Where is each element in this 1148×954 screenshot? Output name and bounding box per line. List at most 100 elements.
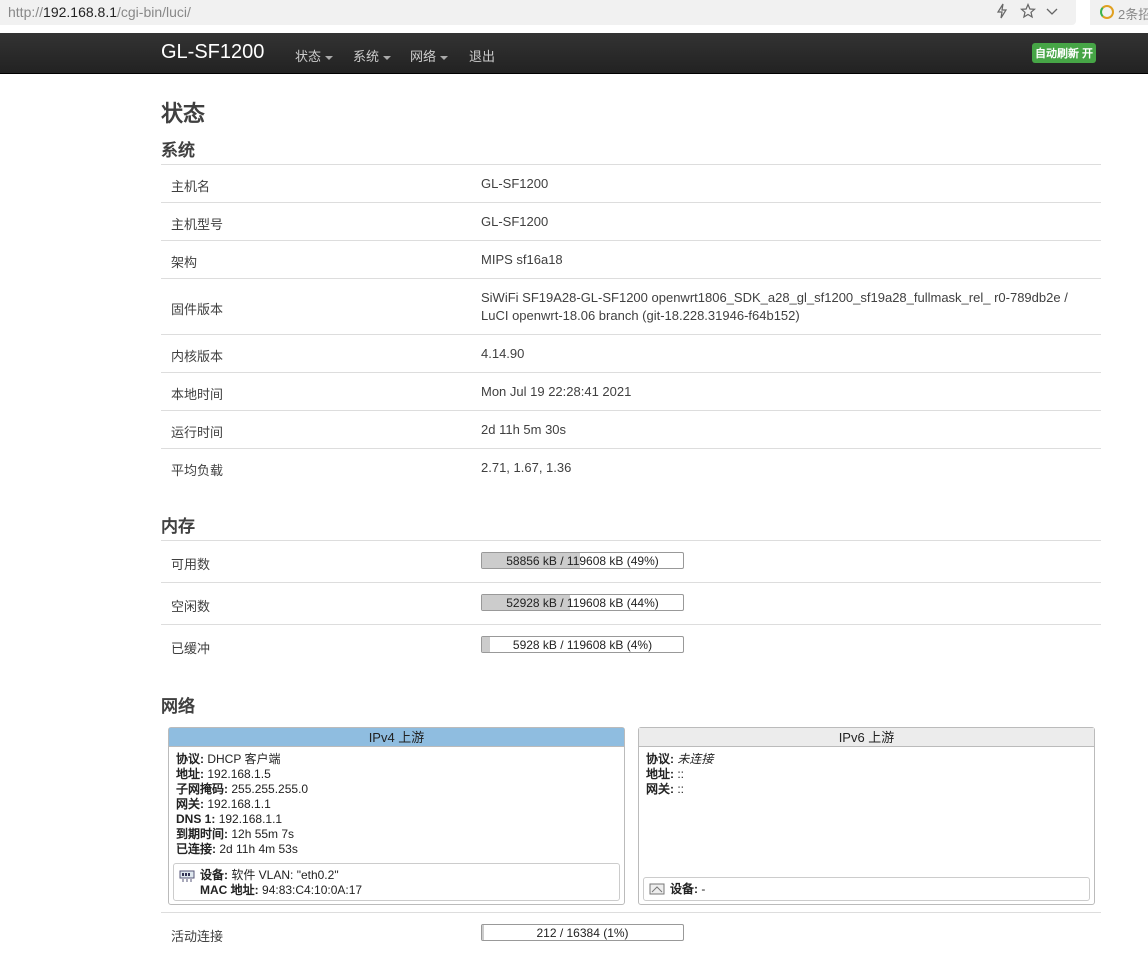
- info-key: 地址:: [646, 767, 674, 781]
- row-value: GL-SF1200: [481, 176, 549, 191]
- info-value: -: [701, 882, 706, 896]
- device-info: 设备: 软件 VLAN: "eth0.2" MAC 地址: 94:83:C4:1…: [173, 863, 620, 901]
- panel-header: IPv6 上游: [639, 728, 1094, 747]
- panel-body: 协议: DHCP 客户端 地址: 192.168.1.5 子网掩码: 255.2…: [169, 747, 624, 862]
- info-value: 2d 11h 4m 53s: [219, 842, 298, 856]
- chevron-down-icon[interactable]: [1046, 3, 1058, 22]
- info-line: 地址: 192.168.1.5: [176, 767, 617, 782]
- brand-title[interactable]: GL-SF1200: [161, 41, 264, 64]
- info-line: 协议: DHCP 客户端: [176, 752, 617, 767]
- row-label: 活动连接: [171, 929, 224, 944]
- nav-menu-label: 系统: [353, 49, 380, 64]
- row-label: 可用数: [171, 557, 211, 572]
- info-value: ::: [677, 782, 685, 796]
- info-key: 地址:: [176, 767, 204, 781]
- page-title: 状态: [161, 101, 206, 126]
- info-value: 192.168.1.1: [218, 812, 283, 826]
- info-value: 192.168.1.1: [207, 797, 271, 811]
- info-value: 192.168.1.5: [207, 767, 271, 781]
- extension-label: 2条招: [1118, 7, 1148, 22]
- progress-text: 52928 kB / 119608 kB (44%): [506, 596, 659, 610]
- info-line: 网关: 192.168.1.1: [176, 797, 617, 812]
- info-line: DNS 1: 192.168.1.1: [176, 812, 617, 827]
- nav-menu-label: 状态: [295, 49, 322, 64]
- memory-free-bar: 52928 kB / 119608 kB (44%): [481, 594, 684, 611]
- info-value: 软件 VLAN: "eth0.2": [231, 868, 339, 882]
- auto-refresh-toggle[interactable]: 自动刷新 开: [1032, 43, 1097, 63]
- info-key: 设备:: [200, 868, 228, 882]
- info-key: 已连接:: [176, 842, 216, 856]
- top-navbar: GL-SF1200 状态 系统 网络 退出 自动刷新 开: [0, 33, 1148, 74]
- row-label: 主机名: [171, 179, 211, 194]
- caret-down-icon: [383, 55, 392, 60]
- table-row: 可用数 58856 kB / 119608 kB (49%): [161, 540, 1101, 582]
- info-line: 地址: ::: [646, 767, 1087, 782]
- info-value: ::: [677, 767, 685, 781]
- device-line: 设备: -: [670, 882, 1083, 897]
- device-line: 设备: 软件 VLAN: "eth0.2": [200, 868, 613, 883]
- table-row: 已缓冲 5928 kB / 119608 kB (4%): [161, 624, 1101, 666]
- table-row: 固件版本 SiWiFi SF19A28-GL-SF1200 openwrt180…: [161, 278, 1101, 334]
- nav-menu-logout[interactable]: 退出: [469, 46, 495, 65]
- row-value: 2.71, 1.67, 1.36: [481, 460, 572, 475]
- table-row: 本地时间 Mon Jul 19 22:28:41 2021: [161, 372, 1101, 410]
- nav-menu-system[interactable]: 系统: [353, 46, 392, 65]
- caret-down-icon: [440, 55, 449, 60]
- info-key: 协议:: [646, 752, 674, 766]
- network-device-icon: [179, 869, 195, 883]
- info-key: 到期时间:: [176, 827, 228, 841]
- extension-icon: [1100, 5, 1114, 19]
- ipv4-upstream-panel: IPv4 上游 协议: DHCP 客户端 地址: 192.168.1.5 子网掩…: [168, 727, 625, 905]
- table-row: 平均负载 2.71, 1.67, 1.36: [161, 448, 1101, 486]
- caret-down-icon: [325, 55, 334, 60]
- row-label: 固件版本: [171, 302, 224, 317]
- url-text[interactable]: http://192.168.8.1/cgi-bin/luci/: [8, 4, 191, 20]
- section-heading-network: 网络: [161, 697, 195, 716]
- star-icon[interactable]: [1019, 2, 1037, 22]
- info-key: 网关:: [646, 782, 674, 796]
- network-device-icon: [649, 882, 665, 896]
- row-label: 空闲数: [171, 599, 211, 614]
- row-label: 本地时间: [171, 387, 224, 402]
- info-value: 未连接: [677, 752, 714, 766]
- info-value: 12h 55m 7s: [231, 827, 295, 841]
- info-value: 255.255.255.0: [231, 782, 309, 796]
- info-key: 协议:: [176, 752, 204, 766]
- extension-area[interactable]: 2条招: [1090, 0, 1148, 25]
- nav-menu-label: 网络: [410, 49, 437, 64]
- row-label: 内核版本: [171, 349, 224, 364]
- row-label: 已缓冲: [171, 641, 211, 656]
- row-label: 运行时间: [171, 425, 224, 440]
- ipv6-upstream-panel: IPv6 上游 协议: 未连接 地址: :: 网关: :: 设备: -: [638, 727, 1095, 905]
- info-line: 协议: 未连接: [646, 752, 1087, 767]
- url-host: 192.168.8.1: [43, 4, 117, 20]
- info-key: 网关:: [176, 797, 204, 811]
- active-connections-bar: 212 / 16384 (1%): [481, 924, 684, 941]
- nav-menu-network[interactable]: 网络: [410, 46, 449, 65]
- row-value: SiWiFi SF19A28-GL-SF1200 openwrt1806_SDK…: [481, 290, 1068, 305]
- nav-menu-status[interactable]: 状态: [295, 46, 334, 65]
- info-key: DNS 1:: [176, 812, 216, 826]
- row-label: 主机型号: [171, 217, 224, 232]
- row-label: 架构: [171, 255, 198, 270]
- table-row: 运行时间 2d 11h 5m 30s: [161, 410, 1101, 448]
- panel-header: IPv4 上游: [169, 728, 624, 747]
- address-bar[interactable]: http://192.168.8.1/cgi-bin/luci/: [0, 0, 1076, 25]
- table-row: 主机型号 GL-SF1200: [161, 202, 1101, 240]
- memory-buffered-bar: 5928 kB / 119608 kB (4%): [481, 636, 684, 653]
- row-label: 平均负载: [171, 463, 224, 478]
- row-value: MIPS sf16a18: [481, 252, 563, 267]
- info-line: 子网掩码: 255.255.255.0: [176, 782, 617, 797]
- progress-text: 5928 kB / 119608 kB (4%): [512, 638, 653, 652]
- info-line: 到期时间: 12h 55m 7s: [176, 827, 617, 842]
- mac-line: MAC 地址: 94:83:C4:10:0A:17: [200, 883, 613, 898]
- url-path: /cgi-bin/luci/: [117, 4, 191, 20]
- info-value: DHCP 客户端: [207, 752, 281, 766]
- info-line: 已连接: 2d 11h 4m 53s: [176, 842, 617, 857]
- section-heading-system: 系统: [161, 141, 195, 160]
- table-row: 主机名 GL-SF1200: [161, 164, 1101, 202]
- row-value: Mon Jul 19 22:28:41 2021: [481, 384, 632, 399]
- lightning-icon[interactable]: [995, 3, 1009, 22]
- browser-toolbar: http://192.168.8.1/cgi-bin/luci/ 2条招: [0, 0, 1148, 27]
- nav-menu-label: 退出: [469, 49, 496, 64]
